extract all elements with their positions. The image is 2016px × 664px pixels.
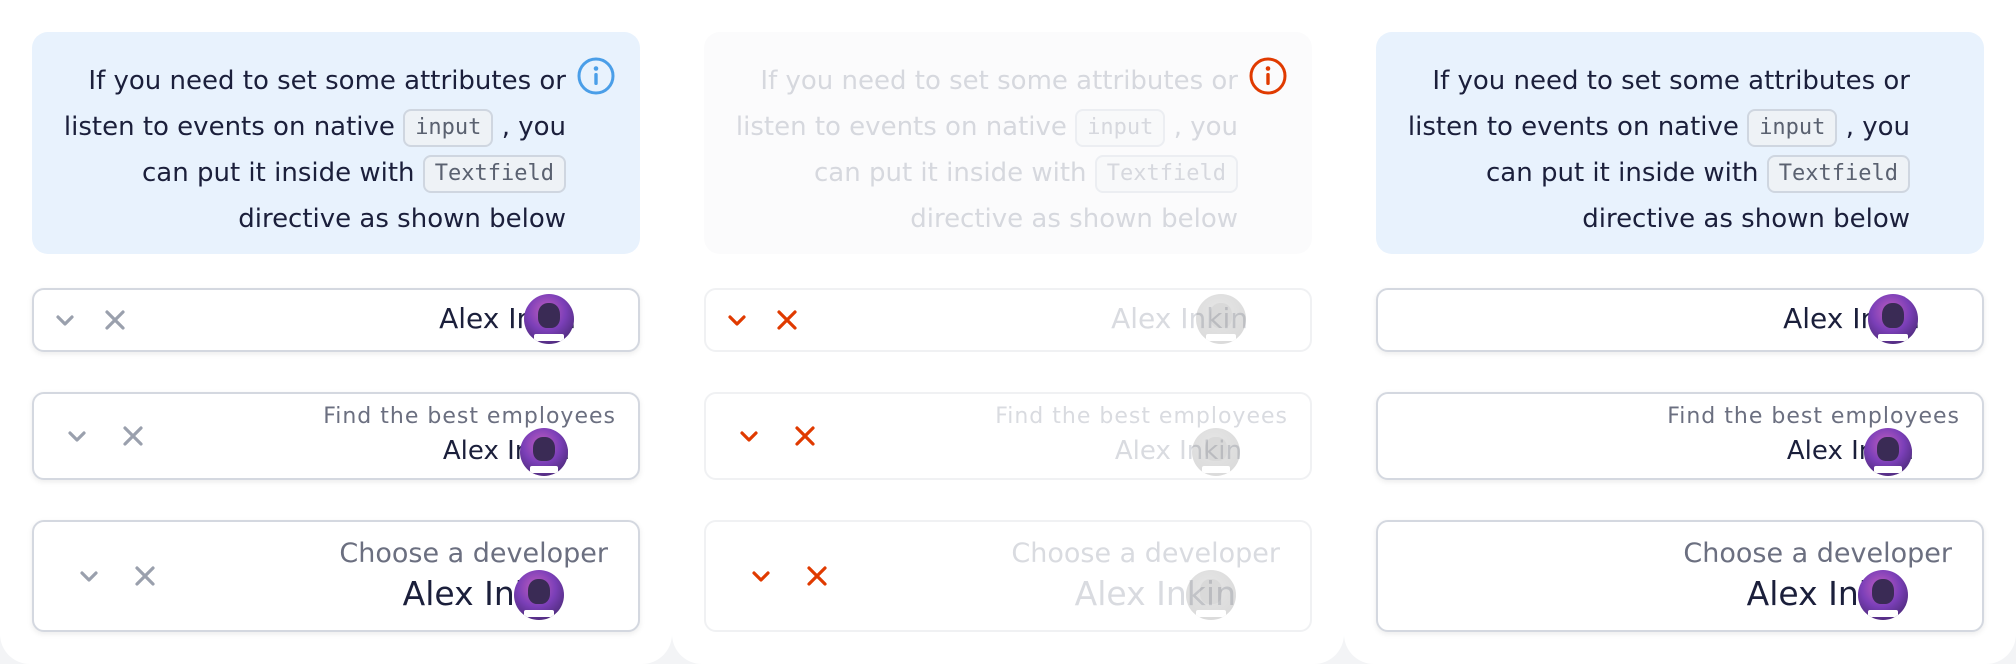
notification-line: directive as shown below xyxy=(1582,204,1910,234)
combo-box-small: Alex Inkin xyxy=(704,288,1312,352)
info-icon xyxy=(577,57,615,95)
avatar xyxy=(1186,570,1236,620)
notification: If you need to set some attributes or li… xyxy=(704,32,1312,254)
combo-box-medium[interactable]: Find the best employees Alex Inkin xyxy=(32,392,640,480)
notification-line: listen to events on native xyxy=(63,112,395,142)
combo-box-large[interactable]: Choose a developer Alex Inkin xyxy=(1376,520,1984,632)
combo-box-small[interactable]: Alex Inkin xyxy=(1376,288,1984,352)
close-icon xyxy=(807,566,827,586)
avatar xyxy=(1192,428,1240,476)
code-snippet: input xyxy=(403,108,494,147)
code-snippet: Textfield xyxy=(1094,154,1238,193)
combo-box-medium: Find the best employees Alex Inkin xyxy=(704,392,1312,480)
field-label: Find the best employees xyxy=(323,404,616,429)
close-icon[interactable] xyxy=(100,305,130,335)
code-snippet: Textfield xyxy=(1766,154,1910,193)
notification: If you need to set some attributes or li… xyxy=(32,32,640,254)
close-icon xyxy=(795,426,815,446)
field-label: Find the best employees xyxy=(1667,404,1960,429)
notification-text: If you need to set some attributes or li… xyxy=(734,58,1238,242)
avatar xyxy=(1858,570,1908,620)
notification-line: , you xyxy=(1845,112,1910,142)
column-default: If you need to set some attributes or li… xyxy=(0,0,672,664)
combo-box-large: Choose a developer Alex Inkin xyxy=(704,520,1312,632)
notification-line: If you need to set some attributes or xyxy=(88,66,566,96)
combo-box-medium[interactable]: Find the best employees Alex Inkin xyxy=(1376,392,1984,480)
close-icon xyxy=(777,310,797,330)
notification-line: , you xyxy=(501,112,566,142)
avatar xyxy=(1196,294,1246,344)
code-snippet: Textfield xyxy=(422,154,566,193)
chevron-down-icon[interactable] xyxy=(74,561,104,591)
column-plain: If you need to set some attributes or li… xyxy=(1344,0,2016,664)
notification-line: listen to events on native xyxy=(735,112,1067,142)
chevron-down-icon xyxy=(740,431,758,442)
avatar xyxy=(520,428,568,476)
close-icon[interactable] xyxy=(130,561,160,591)
code-snippet: input xyxy=(1075,108,1166,147)
avatar xyxy=(524,294,574,344)
column-disabled: If you need to set some attributes or li… xyxy=(672,0,1344,664)
field-label: Choose a developer xyxy=(339,538,608,569)
notification: If you need to set some attributes or li… xyxy=(1376,32,1984,254)
combo-box-small[interactable]: Alex Inkin xyxy=(32,288,640,352)
notification-line: can put it inside with xyxy=(142,158,415,188)
chevron-down-icon[interactable] xyxy=(50,305,80,335)
notification-line: , you xyxy=(1173,112,1238,142)
notification-line: can put it inside with xyxy=(1486,158,1759,188)
chevron-down-icon xyxy=(728,315,746,326)
field-label: Choose a developer xyxy=(1683,538,1952,569)
notification-line: If you need to set some attributes or xyxy=(760,66,1238,96)
notification-line: directive as shown below xyxy=(238,204,566,234)
combo-box-large[interactable]: Choose a developer Alex Inkin xyxy=(32,520,640,632)
info-icon xyxy=(1249,57,1287,95)
notification-line: listen to events on native xyxy=(1407,112,1739,142)
notification-line: If you need to set some attributes or xyxy=(1432,66,1910,96)
notification-text: If you need to set some attributes or li… xyxy=(62,58,566,242)
close-icon[interactable] xyxy=(118,421,148,451)
field-label: Find the best employees xyxy=(995,404,1288,429)
avatar xyxy=(1864,428,1912,476)
notification-line: directive as shown below xyxy=(910,204,1238,234)
chevron-down-icon xyxy=(752,571,770,582)
avatar xyxy=(1868,294,1918,344)
chevron-down-icon[interactable] xyxy=(62,421,92,451)
field-label: Choose a developer xyxy=(1011,538,1280,569)
code-snippet: input xyxy=(1747,108,1838,147)
notification-line: can put it inside with xyxy=(814,158,1087,188)
avatar xyxy=(514,570,564,620)
notification-text: If you need to set some attributes or li… xyxy=(1406,58,1910,242)
